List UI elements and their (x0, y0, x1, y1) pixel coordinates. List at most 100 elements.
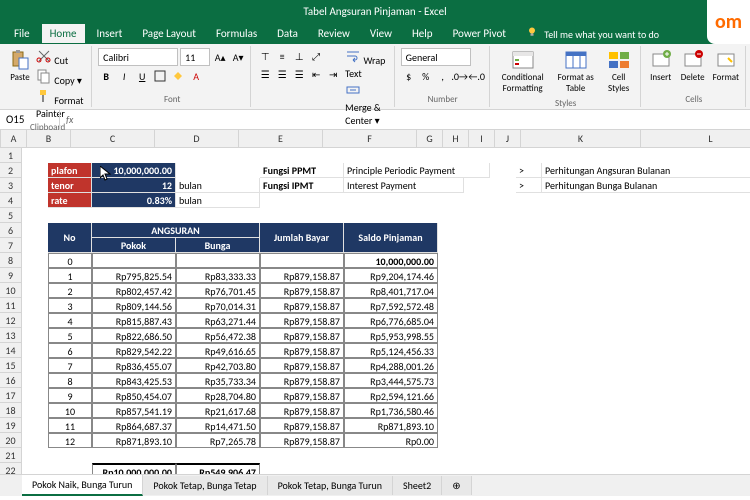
row-header[interactable]: 7 (0, 238, 21, 253)
increase-decimal-button[interactable]: .0→ (452, 68, 468, 84)
cell[interactable]: Rp857,541.19 (92, 403, 176, 418)
align-right-button[interactable]: ☰ (291, 66, 307, 82)
cell[interactable]: 8 (48, 373, 92, 388)
sheet-tab[interactable]: Pokok Tetap, Bunga Tetap (143, 476, 267, 495)
sheet-tab-active[interactable]: Pokok Naik, Bunga Turun (22, 475, 143, 496)
cell[interactable]: 0.83% (92, 193, 176, 208)
menu-file[interactable]: File (6, 24, 38, 43)
align-top-button[interactable]: ⊤ (257, 48, 273, 64)
col-header[interactable]: J (495, 130, 521, 147)
bold-button[interactable]: B (98, 68, 114, 84)
cell[interactable]: Rp63,271.44 (176, 313, 260, 328)
cell[interactable]: Rp871,893.10 (344, 418, 438, 433)
cell[interactable]: 12 (48, 433, 92, 448)
cell[interactable]: ANGSURAN (92, 223, 260, 238)
cell[interactable]: Rp879,158.87 (260, 433, 344, 448)
col-header[interactable]: G (417, 130, 443, 147)
cell[interactable]: Rp7,592,572.48 (344, 298, 438, 313)
cell[interactable] (260, 253, 344, 268)
conditional-formatting-button[interactable]: Conditional Formatting (496, 48, 550, 96)
cell[interactable]: 9 (48, 388, 92, 403)
menu-insert[interactable]: Insert (89, 24, 131, 43)
cell[interactable]: Rp21,617.68 (176, 403, 260, 418)
cell[interactable]: Rp795,825.54 (92, 268, 176, 283)
menu-help[interactable]: Help (404, 24, 441, 43)
col-header[interactable]: L (641, 130, 750, 147)
cell[interactable]: Principle Periodic Payment (344, 163, 490, 178)
cell[interactable]: Rp871,893.10 (92, 433, 176, 448)
menu-review[interactable]: Review (310, 24, 358, 43)
func-ppmt-label[interactable]: Fungsi PPMT (260, 163, 344, 178)
cell[interactable]: 4 (48, 313, 92, 328)
new-sheet-button[interactable]: ⊕ (442, 476, 471, 495)
cell[interactable]: Rp5,953,998.55 (344, 328, 438, 343)
cell[interactable]: Rp829,542.22 (92, 343, 176, 358)
cell[interactable]: Rp6,776,685.04 (344, 313, 438, 328)
fx-icon[interactable]: fx (66, 113, 73, 126)
cell[interactable]: Rp836,455.07 (92, 358, 176, 373)
cell[interactable]: Pokok (92, 238, 176, 253)
row-header[interactable]: 16 (0, 373, 21, 388)
percent-format-button[interactable]: % (418, 68, 434, 84)
decrease-font-button[interactable]: A▾ (230, 49, 246, 65)
cell[interactable]: 7 (48, 358, 92, 373)
cell[interactable]: Rp802,457.42 (92, 283, 176, 298)
indent-dec-button[interactable]: ⇤ (308, 66, 324, 82)
cell[interactable]: Perhitungan Bunga Bulanan (542, 178, 750, 193)
col-header[interactable]: D (155, 130, 239, 147)
cell[interactable]: Rp4,288,001.26 (344, 358, 438, 373)
cell[interactable]: > (516, 178, 542, 193)
cell[interactable]: Rp7,265.78 (176, 433, 260, 448)
row-header[interactable]: 12 (0, 313, 21, 328)
accounting-format-button[interactable]: $ (401, 68, 417, 84)
row-header[interactable]: 1 (0, 148, 21, 163)
cell[interactable]: Rp83,333.33 (176, 268, 260, 283)
col-header[interactable]: H (443, 130, 469, 147)
tell-me-search[interactable]: Tell me what you want to do (526, 26, 659, 41)
row-header[interactable]: 3 (0, 178, 21, 193)
cell[interactable]: Rp3,444,575.73 (344, 373, 438, 388)
font-color-button[interactable]: A (188, 68, 204, 84)
func-ipmt-label[interactable]: Fungsi IPMT (260, 178, 344, 193)
cell[interactable]: Rp879,158.87 (260, 358, 344, 373)
cell[interactable]: Rp49,616.65 (176, 343, 260, 358)
row-header[interactable]: 11 (0, 298, 21, 313)
cell[interactable]: 5 (48, 328, 92, 343)
cell[interactable]: Rp28,704.80 (176, 388, 260, 403)
cell[interactable]: bulan (176, 178, 260, 193)
font-name-select[interactable] (98, 48, 178, 66)
border-button[interactable] (152, 68, 168, 84)
cell[interactable]: Rp879,158.87 (260, 283, 344, 298)
cell[interactable]: Rp822,686.50 (92, 328, 176, 343)
cell[interactable]: bulan (176, 193, 260, 208)
align-bottom-button[interactable]: ⊥ (291, 48, 307, 64)
insert-cells-button[interactable]: Insert (647, 48, 675, 85)
col-header[interactable]: B (27, 130, 71, 147)
sheet-tab[interactable]: Pokok Tetap, Bunga Turun (268, 476, 393, 495)
row-header[interactable]: 13 (0, 328, 21, 343)
cell[interactable]: Interest Payment (344, 178, 464, 193)
row-header[interactable]: 9 (0, 268, 21, 283)
col-header[interactable]: F (323, 130, 417, 147)
cell[interactable]: Rp879,158.87 (260, 268, 344, 283)
orientation-button[interactable]: ⤢ (308, 48, 324, 64)
menu-view[interactable]: View (362, 24, 400, 43)
menu-data[interactable]: Data (269, 24, 306, 43)
cut-button[interactable]: Cut (36, 48, 87, 67)
row-header[interactable]: 5 (0, 208, 21, 223)
row-header[interactable]: 14 (0, 343, 21, 358)
row-header[interactable]: 18 (0, 403, 21, 418)
menu-power-pivot[interactable]: Power Pivot (445, 24, 514, 43)
cell[interactable]: tenor (48, 178, 92, 193)
cell[interactable]: Rp76,701.45 (176, 283, 260, 298)
cell[interactable]: Rp809,144.56 (92, 298, 176, 313)
cell[interactable]: Rp864,687.37 (92, 418, 176, 433)
row-header[interactable]: 4 (0, 193, 21, 208)
col-header[interactable]: K (521, 130, 641, 147)
row-header[interactable]: 20 (0, 433, 21, 448)
align-center-button[interactable]: ☰ (274, 66, 290, 82)
paste-button[interactable]: Paste (8, 48, 32, 85)
cell[interactable]: Rp879,158.87 (260, 343, 344, 358)
indent-inc-button[interactable]: ⇥ (325, 66, 341, 82)
cell[interactable]: Rp5,124,456.33 (344, 343, 438, 358)
